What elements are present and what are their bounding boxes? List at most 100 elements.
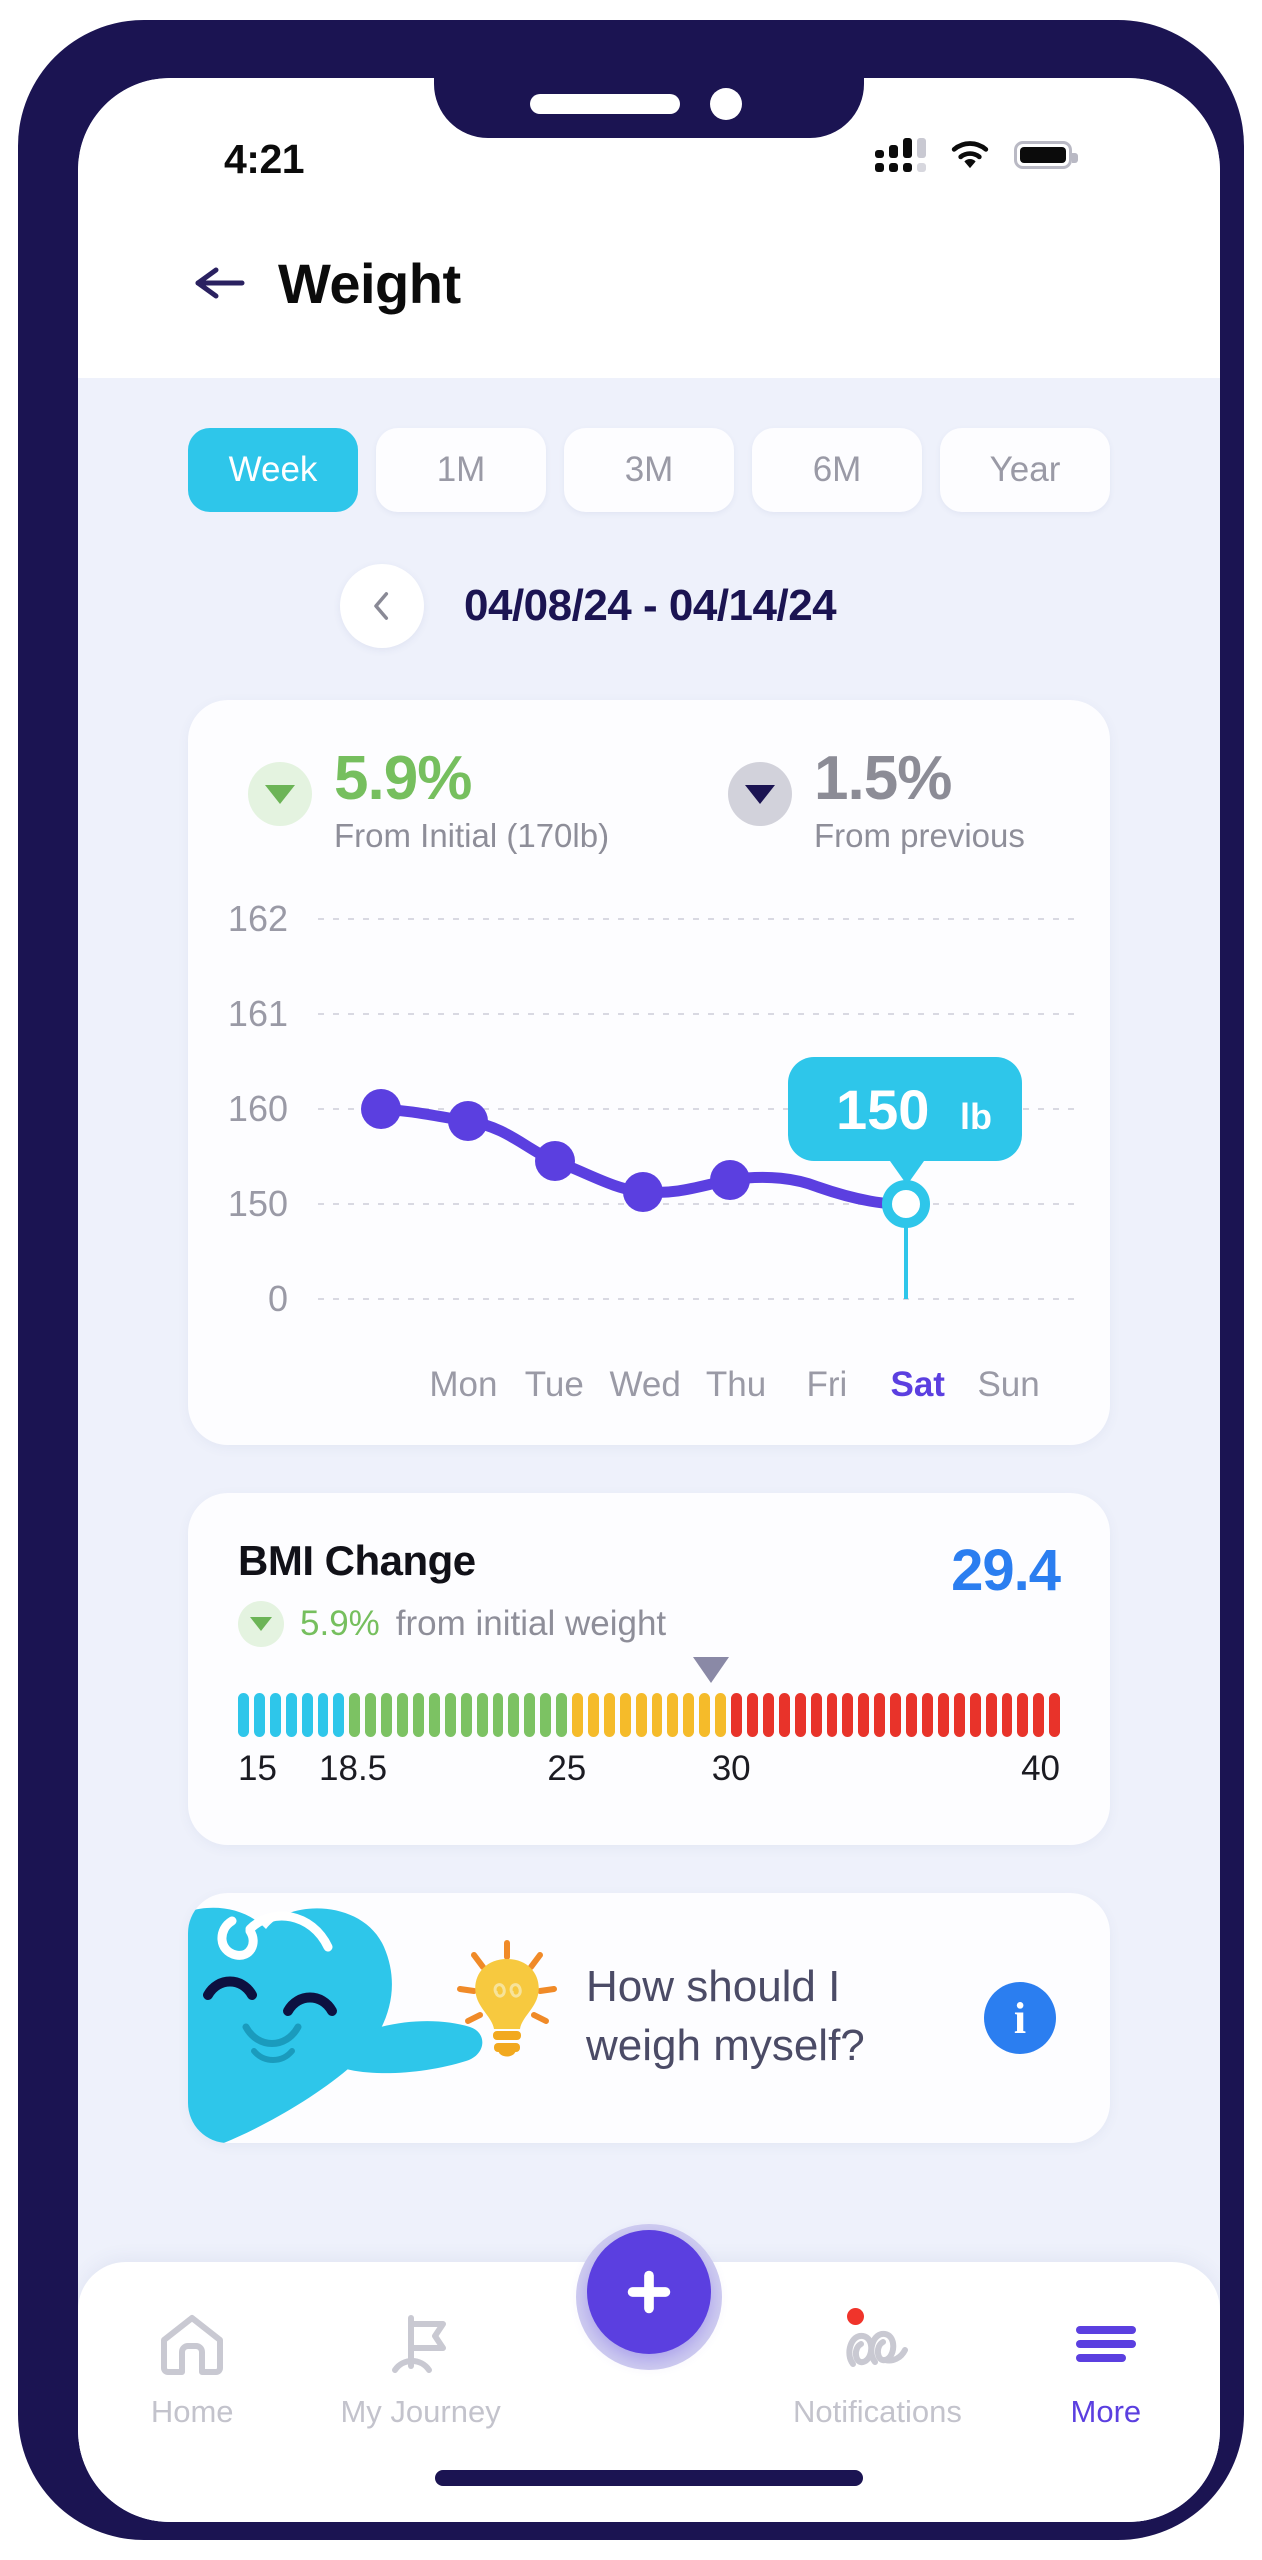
ytick-162: 162 — [228, 898, 288, 939]
nav-item-notifications[interactable]: Notifications — [763, 2308, 991, 2430]
bmi-scale-segment — [492, 1693, 504, 1738]
data-point-mon — [361, 1089, 401, 1130]
home-icon — [156, 2310, 228, 2376]
nav-item-home[interactable]: Home — [78, 2310, 306, 2430]
bmi-scale-segment — [1033, 1693, 1045, 1738]
status-icons — [875, 138, 1078, 172]
wifi-icon — [951, 141, 989, 169]
app-header: Weight — [78, 188, 1220, 378]
stat-initial-label: From Initial (170lb) — [334, 817, 610, 855]
date-navigation: 04/08/24 - 04/14/24 — [78, 512, 1220, 648]
ytick-160: 160 — [228, 1088, 288, 1129]
bmi-scale-segment — [858, 1693, 870, 1738]
bmi-scale-segment — [937, 1693, 949, 1738]
stat-previous-label: From previous — [814, 817, 1025, 855]
bmi-scale-segment — [778, 1693, 790, 1738]
bmi-scale-segment — [556, 1693, 568, 1738]
tooltip-value: 150 — [836, 1078, 929, 1141]
xlabel-thu: Thu — [705, 1365, 767, 1405]
screenshot-stage: 4:21 Weight Week 1M 3M 6M Year 04/08/24 … — [0, 0, 1262, 2560]
bmi-scale-ticks: 15 18.5 25 30 40 — [238, 1749, 1060, 1801]
bmi-scale-segment — [1049, 1693, 1061, 1738]
date-range-label: 04/08/24 - 04/14/24 — [464, 581, 837, 630]
bmi-scale-segment — [842, 1693, 854, 1738]
page-title: Weight — [278, 251, 461, 315]
xlabel-wed: Wed — [609, 1365, 681, 1405]
bmi-title: BMI Change — [238, 1537, 476, 1585]
nav-label-notifications: Notifications — [792, 2394, 962, 2429]
range-tab-year[interactable]: Year — [940, 428, 1110, 512]
data-point-wed — [535, 1141, 575, 1182]
xlabel-mon: Mon — [429, 1365, 498, 1405]
tip-line-1: How should I — [586, 1962, 841, 2012]
notifications-icon — [841, 2308, 913, 2376]
ytick-150: 150 — [228, 1183, 288, 1224]
bmi-scale-segment — [524, 1693, 536, 1738]
bmi-scale-segment — [651, 1693, 663, 1738]
bmi-subtitle: 5.9% from initial weight — [238, 1601, 666, 1648]
weight-line-chart[interactable]: 162 161 160 150 0 150 lb — [188, 889, 1110, 1359]
bmi-marker-icon — [693, 1657, 730, 1684]
range-tab-3m[interactable]: 3M — [564, 428, 734, 512]
range-tab-week[interactable]: Week — [188, 428, 358, 512]
bmi-scale-segment — [683, 1693, 695, 1738]
bmi-scale-segment — [762, 1693, 774, 1738]
data-point-sat-selected — [882, 1180, 930, 1229]
phone-screen: 4:21 Weight Week 1M 3M 6M Year 04/08/24 … — [78, 78, 1220, 2522]
bmi-scale-segment — [985, 1693, 997, 1738]
bmi-scale-segment — [269, 1693, 281, 1738]
stat-initial-value: 5.9% — [334, 744, 472, 813]
weight-chart-card: 5.9% From Initial (170lb) 1.5% From prev… — [188, 700, 1110, 1446]
back-arrow-icon[interactable] — [190, 262, 248, 304]
bmi-change-pct: 5.9% — [300, 1604, 380, 1644]
xlabel-sun: Sun — [977, 1365, 1040, 1405]
bmi-scale-segment — [874, 1693, 886, 1738]
bmi-scale-segment — [412, 1693, 424, 1738]
home-indicator — [435, 2470, 863, 2486]
status-time: 4:21 — [224, 136, 305, 182]
bmi-scale-segment — [476, 1693, 488, 1738]
arrow-down-icon — [728, 762, 792, 826]
bmi-scale-segment — [587, 1693, 599, 1738]
notch — [434, 78, 864, 138]
bmi-tick-label: 40 — [1021, 1749, 1060, 1789]
hamburger-icon — [1070, 2310, 1142, 2376]
flag-icon — [385, 2310, 457, 2376]
add-icon[interactable] — [587, 2230, 711, 2354]
nav-item-my-journey[interactable]: My Journey — [306, 2310, 534, 2430]
nav-label-home: Home — [150, 2394, 234, 2429]
info-icon[interactable]: i — [984, 1982, 1056, 2055]
bmi-scale-segment — [365, 1693, 377, 1738]
tip-card[interactable]: How should I weigh myself? i — [188, 1893, 1110, 2144]
bmi-scale-segment — [906, 1693, 917, 1738]
bmi-scale-segment — [890, 1693, 902, 1738]
bmi-scale-segment — [826, 1693, 838, 1738]
bmi-scale-segment — [540, 1693, 552, 1738]
chart-tooltip: 150 lb — [788, 1057, 1022, 1186]
data-point-thu — [623, 1172, 663, 1213]
nav-item-more[interactable]: More — [992, 2310, 1220, 2430]
range-tab-1m[interactable]: 1M — [376, 428, 546, 512]
xlabel-sat: Sat — [890, 1365, 945, 1405]
stat-from-previous: 1.5% From previous — [728, 746, 1025, 855]
bmi-scale-segment — [238, 1693, 249, 1738]
ytick-161: 161 — [228, 993, 288, 1034]
bmi-scale-segment — [428, 1693, 440, 1738]
bmi-scale-bars — [238, 1693, 1061, 1738]
bmi-scale-segment — [572, 1693, 583, 1738]
xlabel-fri: Fri — [806, 1365, 848, 1405]
chart-x-axis: Mon Tue Wed Thu Fri Sat Sun — [188, 1365, 1110, 1405]
content-scroll-area: Week 1M 3M 6M Year 04/08/24 - 04/14/24 5… — [78, 378, 1220, 2522]
data-point-tue — [448, 1101, 488, 1142]
status-bar: 4:21 — [78, 78, 1220, 188]
chevron-left-icon[interactable] — [340, 564, 424, 648]
arrow-down-icon — [248, 762, 312, 826]
range-tab-6m[interactable]: 6M — [752, 428, 922, 512]
bmi-scale-segment — [349, 1693, 361, 1738]
bmi-scale-segment — [381, 1693, 393, 1738]
bmi-scale-segment — [969, 1693, 981, 1738]
bmi-scale-segment — [953, 1693, 965, 1738]
bmi-score: 29.4 — [951, 1538, 1061, 1604]
bmi-scale-segment — [333, 1693, 345, 1738]
bmi-tick-label: 18.5 — [319, 1749, 388, 1789]
